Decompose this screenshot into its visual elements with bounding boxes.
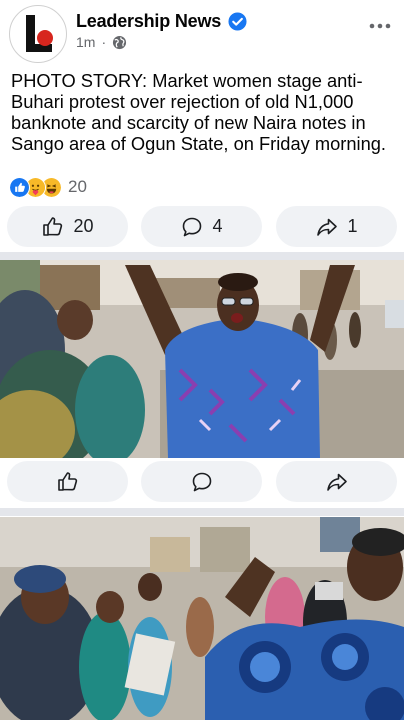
page-avatar[interactable] xyxy=(9,5,67,63)
share-arrow-icon xyxy=(317,218,338,236)
post-text: PHOTO STORY: Market women stage anti-Buh… xyxy=(11,70,386,154)
post-timestamp[interactable]: 1m xyxy=(76,34,95,50)
comment-button-2[interactable] xyxy=(141,461,262,502)
comment-bubble-icon xyxy=(183,217,202,236)
thumbs-up-icon xyxy=(43,216,63,236)
globe-icon xyxy=(113,35,127,49)
protest-photo-2 xyxy=(0,517,404,720)
post-header: Leadership News 1m · xyxy=(0,0,404,63)
reactions-summary[interactable]: 20 xyxy=(9,176,87,198)
leadership-logo xyxy=(26,15,53,52)
thumbs-up-icon xyxy=(57,471,77,491)
share-arrow-icon xyxy=(326,473,347,491)
like-count: 20 xyxy=(73,216,94,236)
verified-badge-icon xyxy=(228,12,247,31)
comment-button[interactable]: 4 xyxy=(141,206,262,247)
page-name[interactable]: Leadership News xyxy=(76,11,221,32)
protest-photo-1 xyxy=(0,260,404,458)
share-button-2[interactable] xyxy=(276,461,397,502)
post-meta: 1m · xyxy=(76,34,127,50)
feed-divider-2 xyxy=(0,508,404,516)
like-button[interactable]: 20 xyxy=(7,206,128,247)
post-photo-2[interactable] xyxy=(0,517,404,720)
comment-bubble-icon xyxy=(192,472,211,491)
feed-divider xyxy=(0,252,404,260)
share-count: 1 xyxy=(347,216,358,236)
meta-separator: · xyxy=(101,34,107,50)
like-reaction-icon xyxy=(9,176,30,198)
post-photo-1[interactable] xyxy=(0,260,404,458)
like-button-2[interactable] xyxy=(7,461,128,502)
reaction-count: 20 xyxy=(68,177,87,196)
more-options-icon[interactable] xyxy=(368,16,392,36)
comment-count: 4 xyxy=(212,216,223,236)
share-button[interactable]: 1 xyxy=(276,206,397,247)
